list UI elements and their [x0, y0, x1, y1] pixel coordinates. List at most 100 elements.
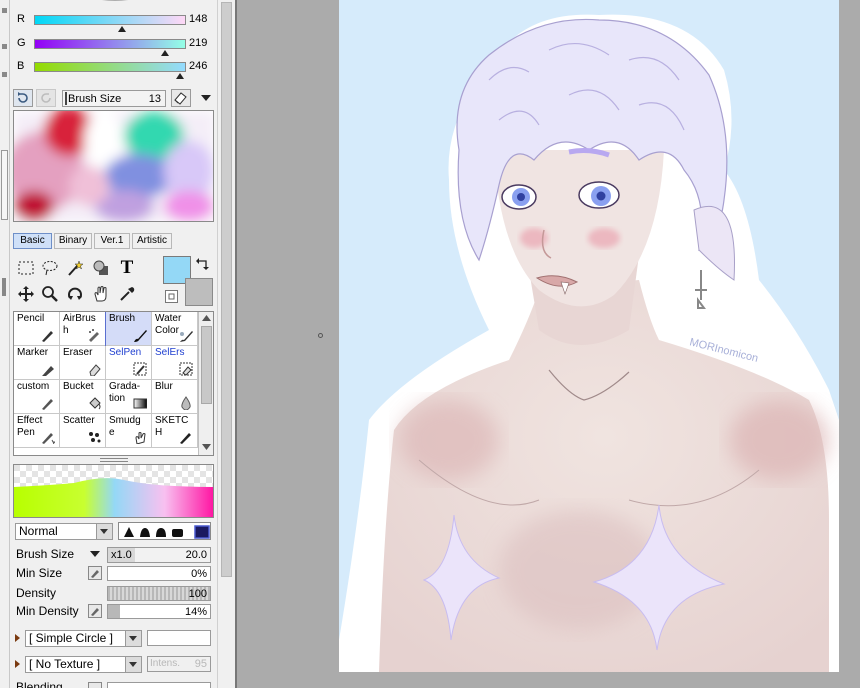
brush-texture-dropdown[interactable] [125, 657, 141, 672]
brush-grada-tion[interactable]: Grada-tion [106, 380, 152, 414]
min-size-field[interactable]: 0% [107, 566, 211, 581]
min-density-pressure-toggle[interactable] [88, 604, 102, 618]
brush-texture-select[interactable]: [ No Texture ] [25, 656, 142, 673]
blue-label: B [17, 60, 25, 72]
magic-wand-tool[interactable] [64, 257, 86, 279]
brush-tip-selector[interactable] [118, 522, 211, 540]
brush-size-multiplier: x1.0 [111, 549, 132, 561]
smudge-icon [135, 432, 146, 444]
blend-mode-select[interactable]: Normal [15, 523, 113, 540]
blue-slider-track[interactable] [34, 62, 186, 72]
scratchpad-canvas[interactable] [13, 110, 214, 222]
brush-selpen[interactable]: SelPen [106, 346, 152, 380]
move-tool[interactable] [15, 283, 37, 305]
rect-select-tool[interactable] [15, 257, 37, 279]
panel-scrollbar[interactable] [217, 0, 235, 688]
swap-colors-icon[interactable] [196, 256, 210, 272]
shape-tool[interactable] [90, 257, 112, 279]
min-density-value: 14% [184, 606, 207, 618]
undo-icon [18, 92, 28, 103]
brush-grid-scrollbar[interactable] [198, 312, 213, 455]
redo-button[interactable] [36, 89, 56, 107]
blue-slider-handle[interactable] [175, 73, 184, 79]
brush-marker[interactable]: Marker [14, 346, 60, 380]
brush-label: Scatter [63, 415, 95, 426]
scroll-down-icon[interactable] [202, 444, 211, 450]
brush-preview-stroke [14, 478, 213, 517]
dock-marker [2, 72, 7, 77]
brush-selers[interactable]: SelErs [152, 346, 198, 380]
red-slider-track[interactable] [34, 15, 186, 25]
artwork-canvas[interactable]: MORInomicon [339, 0, 839, 672]
brush-size-label: Brush Size [16, 547, 75, 561]
brush-label: Marker [17, 347, 49, 358]
brush-blur[interactable]: Blur [152, 380, 198, 414]
tab-binary[interactable]: Binary [54, 233, 92, 249]
blue-slider[interactable]: B 246 [14, 59, 214, 79]
green-slider[interactable]: G 219 [14, 36, 214, 56]
dock-scroll[interactable] [1, 150, 8, 220]
rotate-tool[interactable] [64, 283, 86, 305]
texture-expand-icon[interactable] [15, 660, 20, 668]
brush-label: Eraser [63, 347, 93, 358]
shape-expand-icon[interactable] [15, 634, 20, 642]
brush-grid-scroll-thumb[interactable] [201, 326, 212, 404]
brush-shape-select[interactable]: [ Simple Circle ] [25, 630, 142, 647]
canvas-workspace[interactable]: MORInomicon [235, 0, 860, 688]
hand-tool[interactable] [90, 283, 112, 305]
lasso-tool[interactable] [39, 257, 61, 279]
brush-scatter[interactable]: Scatter [60, 414, 106, 448]
color-wheel-edge[interactable] [80, 0, 150, 4]
texture-intensity-field[interactable]: Intens. 95 [147, 656, 211, 672]
scroll-up-icon[interactable] [202, 315, 211, 321]
brush-bucket[interactable]: Bucket [60, 380, 106, 414]
red-slider[interactable]: R 148 [14, 12, 214, 32]
blue-value: 246 [189, 60, 208, 72]
text-tool[interactable]: T [116, 257, 138, 279]
eyedropper-tool[interactable] [116, 283, 138, 305]
brush-smudge[interactable]: Smudge [106, 414, 152, 448]
density-field[interactable]: 100 [107, 586, 211, 601]
brush-airbrush[interactable]: AirBrush [60, 312, 106, 346]
magnifier-icon [42, 286, 58, 302]
brush-eraser[interactable]: Eraser [60, 346, 106, 380]
green-slider-handle[interactable] [160, 50, 169, 56]
brush-shape-dropdown[interactable] [125, 631, 141, 646]
tab-ver1[interactable]: Ver.1 [94, 233, 130, 249]
min-density-field[interactable]: 14% [107, 604, 211, 619]
brush-water-color[interactable]: Water Color [152, 312, 198, 346]
panel-scroll-thumb[interactable] [221, 2, 232, 577]
transparent-color-button[interactable] [165, 290, 178, 303]
blend-mode-dropdown[interactable] [96, 524, 112, 539]
brush-custom[interactable]: custom [14, 380, 60, 414]
blend-mode-value: Normal [19, 524, 58, 538]
brush-size-dropdown-icon[interactable] [90, 551, 100, 558]
blending-field[interactable] [107, 682, 211, 688]
artwork-illustration: MORInomicon [339, 14, 839, 672]
sub-color-swatch[interactable] [185, 278, 213, 306]
brush-shape-option-field[interactable] [147, 630, 211, 646]
pencil-icon [42, 331, 53, 342]
undo-button[interactable] [13, 89, 33, 107]
red-slider-handle[interactable] [118, 26, 127, 32]
brush-sketch[interactable]: SKETCH [152, 414, 198, 448]
tab-artistic[interactable]: Artistic [132, 233, 172, 249]
brush-effect-pen[interactable]: Effect Pen [14, 414, 60, 448]
watercolor-icon [180, 331, 193, 342]
brush-size-field[interactable]: x1.0 20.0 [107, 547, 211, 563]
red-value: 148 [189, 13, 208, 25]
brush-pencil[interactable]: Pencil [14, 312, 60, 346]
green-slider-track[interactable] [34, 39, 186, 49]
panel-splitter[interactable] [100, 458, 128, 462]
blending-pressure-toggle[interactable] [88, 682, 102, 688]
toolbar-menu-chevron-icon[interactable] [200, 94, 212, 102]
min-size-pressure-toggle[interactable] [88, 566, 102, 580]
brush-size-quick-field[interactable]: Brush Size 13 [62, 90, 166, 107]
brush-tool-grid: Pencil AirBrush Brush Water Color Marker Eras… [13, 311, 214, 456]
tab-basic[interactable]: Basic [13, 233, 52, 249]
brush-brush[interactable]: Brush [105, 312, 153, 347]
zoom-tool[interactable] [39, 283, 61, 305]
intensity-label: Intens. [150, 658, 181, 669]
dock-grip[interactable] [2, 278, 6, 296]
eraser-toggle-button[interactable] [171, 89, 191, 107]
